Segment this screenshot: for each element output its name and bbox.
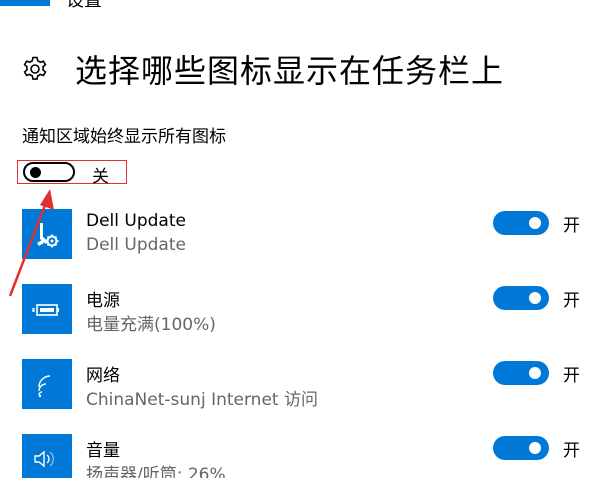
gear-icon xyxy=(23,56,47,80)
app-tile xyxy=(22,284,72,334)
toggle-state-label: 开 xyxy=(563,216,580,236)
always-show-all-icons-toggle-row[interactable]: 关 xyxy=(17,160,127,187)
item-name: 网络 xyxy=(86,366,120,386)
toggle-knob xyxy=(30,167,41,178)
always-show-all-icons-toggle[interactable] xyxy=(23,162,75,182)
app-tile xyxy=(22,359,72,409)
item-name: 电源 xyxy=(86,291,120,311)
back-button[interactable] xyxy=(0,0,50,6)
item-description: 电量充满(100%) xyxy=(86,315,216,335)
toggle-knob xyxy=(529,292,541,304)
page-header: 选择哪些图标显示在任务栏上 xyxy=(22,44,504,94)
list-item: 音量 扬声器/听筒: 26% 开 xyxy=(22,434,594,478)
toggle-knob xyxy=(529,367,541,379)
item-description: ChinaNet-sunj Internet 访问 xyxy=(86,390,318,410)
network-toggle[interactable] xyxy=(493,361,549,385)
item-name: 音量 xyxy=(86,441,120,461)
list-item: Dell Update Dell Update 开 xyxy=(22,209,594,261)
toggle-knob xyxy=(529,442,541,454)
always-show-all-icons-label: 通知区域始终显示所有图标 xyxy=(22,127,226,147)
list-item: 网络 ChinaNet-sunj Internet 访问 开 xyxy=(22,359,594,411)
window-title: 设置 xyxy=(66,0,102,11)
app-tile xyxy=(22,434,72,478)
app-tile xyxy=(22,209,72,259)
speaker-icon xyxy=(34,450,54,468)
battery-icon xyxy=(32,304,59,316)
list-item: 电源 电量充满(100%) 开 xyxy=(22,284,594,336)
settings-page: 设置 选择哪些图标显示在任务栏上 通知区域始终显示所有图标 关 Dell Upd… xyxy=(0,0,594,478)
toggle-state-label: 关 xyxy=(92,167,109,187)
toggle-state-label: 开 xyxy=(563,366,580,386)
item-description: 扬声器/听筒: 26% xyxy=(86,465,226,478)
dell-update-toggle[interactable] xyxy=(493,211,549,235)
toggle-state-label: 开 xyxy=(563,441,580,461)
toggle-knob xyxy=(529,217,541,229)
wifi-icon xyxy=(38,375,51,398)
item-name: Dell Update xyxy=(86,211,186,231)
title-bar: 设置 xyxy=(0,0,594,11)
item-description: Dell Update xyxy=(86,235,186,255)
volume-toggle[interactable] xyxy=(493,436,549,460)
toggle-state-label: 开 xyxy=(563,291,580,311)
power-toggle[interactable] xyxy=(493,286,549,310)
page-title: 选择哪些图标显示在任务栏上 xyxy=(75,52,505,90)
dell-update-icon xyxy=(37,223,59,248)
